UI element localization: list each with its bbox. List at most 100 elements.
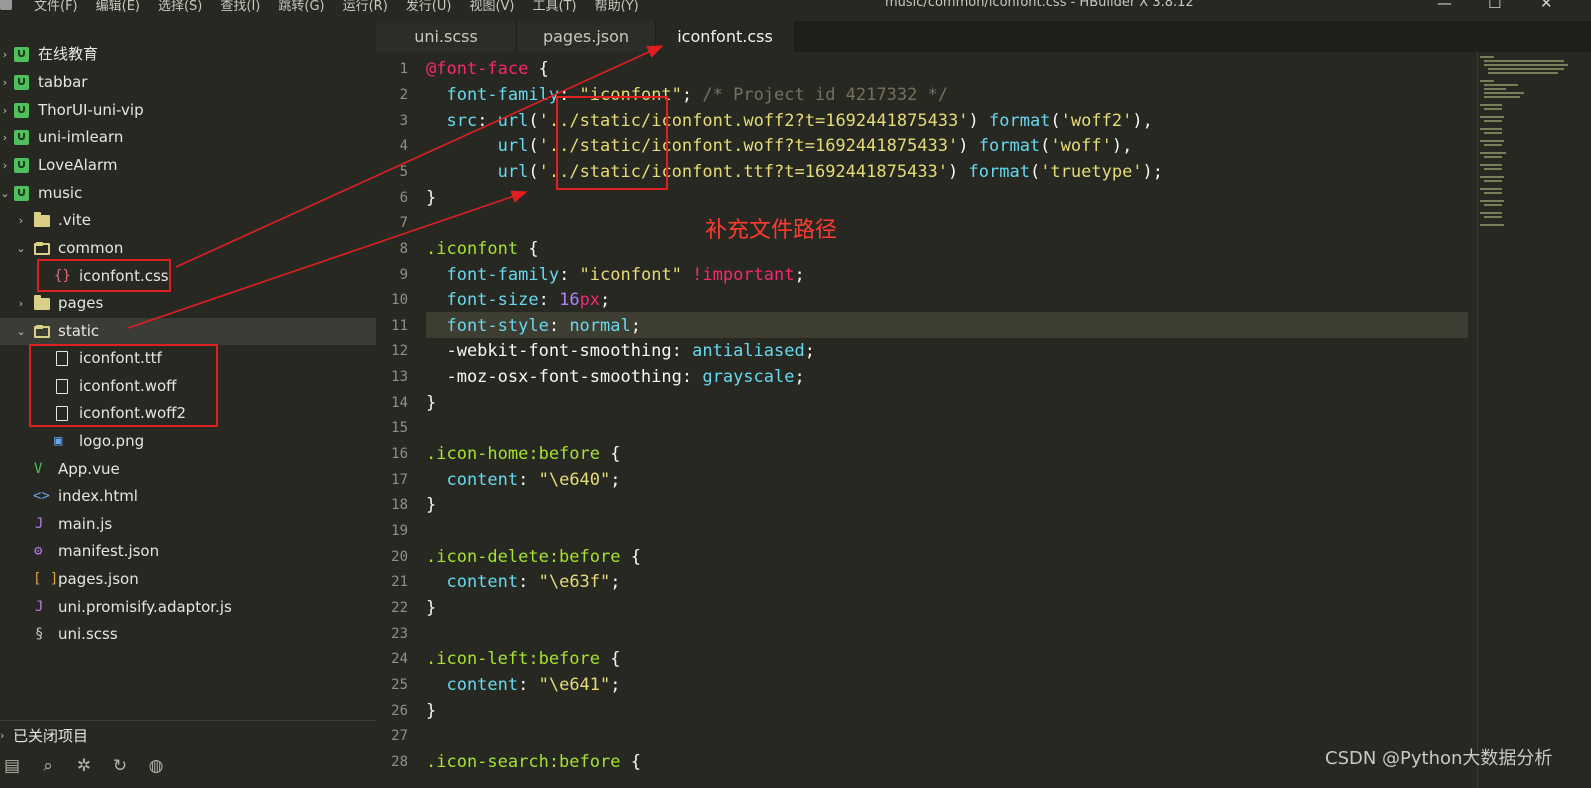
code-token: .icon-search:before xyxy=(426,752,621,772)
code-token: .icon-left:before xyxy=(426,649,600,669)
file-item-main-js[interactable]: J main.js xyxy=(0,511,376,538)
tab-uni-scss[interactable]: uni.scss xyxy=(376,21,516,52)
divider xyxy=(0,720,376,721)
code-line: content: "\e63f"; xyxy=(426,572,621,592)
code-token: content xyxy=(426,470,519,490)
menu-run[interactable]: 运行(R) xyxy=(343,0,388,14)
folder-item-pages[interactable]: › pages xyxy=(0,290,376,317)
menu-edit[interactable]: 编辑(E) xyxy=(96,0,140,14)
file-item-manifest[interactable]: ⚙ manifest.json xyxy=(0,538,376,565)
code-token: -moz-osx-font-smoothing xyxy=(426,367,682,387)
chevron-right-icon[interactable]: › xyxy=(16,290,26,317)
menu-bar: 文件(F) 编辑(E) 选择(S) 查找(I) 跳转(G) 运行(R) 发行(U… xyxy=(34,0,639,14)
tab-pages-json[interactable]: pages.json xyxy=(517,21,655,52)
project-item[interactable]: › 在线教育 xyxy=(0,41,376,68)
gear-file-icon: ⚙ xyxy=(34,543,43,559)
folder-item-common[interactable]: ⌄ common xyxy=(0,235,376,262)
project-item[interactable]: › tabbar xyxy=(0,69,376,96)
code-token: content xyxy=(426,572,519,592)
folder-label: .vite xyxy=(58,211,91,229)
code-token: font-style xyxy=(426,316,549,336)
chevron-right-icon[interactable]: › xyxy=(0,724,4,748)
code-token: format xyxy=(968,162,1030,182)
menu-select[interactable]: 选择(S) xyxy=(158,0,202,14)
line-number: 6 xyxy=(399,190,408,206)
file-label: pages.json xyxy=(58,570,139,588)
close-button[interactable]: ✕ xyxy=(1540,0,1553,12)
code-token: "iconfont" xyxy=(579,265,682,285)
project-item[interactable]: › uni-imlearn xyxy=(0,124,376,151)
file-item-app-vue[interactable]: V App.vue xyxy=(0,456,376,483)
menu-file[interactable]: 文件(F) xyxy=(34,0,78,14)
chevron-right-icon[interactable]: › xyxy=(0,41,10,68)
folder-open-icon xyxy=(34,242,50,255)
file-item-pages-json[interactable]: [ ] pages.json xyxy=(0,566,376,593)
code-line: .icon-delete:before { xyxy=(426,544,641,570)
file-item-index-html[interactable]: <> index.html xyxy=(0,483,376,510)
code-token: 'truetype' xyxy=(1040,162,1143,182)
file-item-uni-scss[interactable]: § uni.scss xyxy=(0,621,376,648)
line-number: 27 xyxy=(391,728,408,744)
maximize-button[interactable]: ☐ xyxy=(1488,0,1501,12)
project-item[interactable]: › ThorUI-uni-vip xyxy=(0,97,376,124)
debug-bug-icon[interactable]: ✲ xyxy=(72,756,96,784)
project-item[interactable]: › LoveAlarm xyxy=(0,152,376,179)
folder-label: common xyxy=(58,239,124,257)
code-line: -webkit-font-smoothing: antialiased; xyxy=(426,341,815,361)
minimap[interactable] xyxy=(1480,56,1568,236)
code-line: @font-face { xyxy=(426,56,549,82)
globe-icon[interactable]: ◍ xyxy=(144,756,168,784)
chevron-right-icon[interactable]: › xyxy=(16,207,26,234)
menu-help[interactable]: 帮助(Y) xyxy=(595,0,639,14)
project-label: uni-imlearn xyxy=(38,128,124,146)
file-item-adaptor-js[interactable]: J uni.promisify.adaptor.js xyxy=(0,594,376,621)
binoculars-icon[interactable]: ⌕ xyxy=(36,756,60,784)
code-token: .icon-delete:before xyxy=(426,547,621,567)
code-token: @font-face xyxy=(426,59,529,79)
code-token: format xyxy=(978,136,1041,156)
project-item-music[interactable]: ⌄ music xyxy=(0,180,376,207)
code-token: { xyxy=(600,649,621,669)
line-number: 23 xyxy=(391,626,408,642)
chevron-right-icon[interactable]: › xyxy=(0,69,10,96)
file-label: uni.promisify.adaptor.js xyxy=(58,598,232,616)
annotation-box-path xyxy=(556,96,668,190)
line-number: 3 xyxy=(399,113,408,129)
code-token: .icon-home:before xyxy=(426,444,600,464)
line-number: 28 xyxy=(391,754,408,770)
chevron-right-icon[interactable]: › xyxy=(0,152,10,179)
file-label: App.vue xyxy=(58,460,120,478)
code-token: 'woff2' xyxy=(1060,111,1133,131)
minimize-button[interactable]: — xyxy=(1437,0,1452,12)
menu-goto[interactable]: 跳转(G) xyxy=(278,0,324,14)
file-item-logo[interactable]: ▣ logo.png xyxy=(0,428,376,455)
tab-iconfont-css[interactable]: iconfont.css xyxy=(656,21,794,52)
chevron-down-icon[interactable]: ⌄ xyxy=(0,180,10,207)
line-number: 18 xyxy=(391,497,408,513)
chevron-down-icon[interactable]: ⌄ xyxy=(16,318,26,345)
folder-item-vite[interactable]: › .vite xyxy=(0,207,376,234)
menu-view[interactable]: 视图(V) xyxy=(469,0,514,14)
folder-item-static[interactable]: ⌄ static xyxy=(0,318,376,345)
menu-publish[interactable]: 发行(U) xyxy=(406,0,452,14)
project-icon xyxy=(14,158,29,173)
line-number: 22 xyxy=(391,600,408,616)
line-number: 16 xyxy=(391,446,408,462)
chevron-down-icon[interactable]: ⌄ xyxy=(16,235,26,262)
menu-tools[interactable]: 工具(T) xyxy=(533,0,577,14)
line-number: 25 xyxy=(391,677,408,693)
code-token: font-size xyxy=(426,290,539,310)
code-token: "\e63f" xyxy=(538,572,611,592)
code-line: -moz-osx-font-smoothing: grayscale; xyxy=(426,367,805,387)
explorer-icon[interactable]: ▤ xyxy=(0,756,24,784)
chevron-right-icon[interactable]: › xyxy=(0,124,10,151)
chevron-right-icon[interactable]: › xyxy=(0,97,10,124)
code-token: { xyxy=(620,752,641,772)
annotation-text: 补充文件路径 xyxy=(705,218,838,243)
json-file-icon: [ ] xyxy=(33,571,59,587)
menu-find[interactable]: 查找(I) xyxy=(220,0,260,14)
folder-open-icon xyxy=(34,325,50,338)
git-icon[interactable]: ↻ xyxy=(108,756,132,784)
project-icon xyxy=(14,130,29,145)
folder-icon xyxy=(34,212,50,227)
